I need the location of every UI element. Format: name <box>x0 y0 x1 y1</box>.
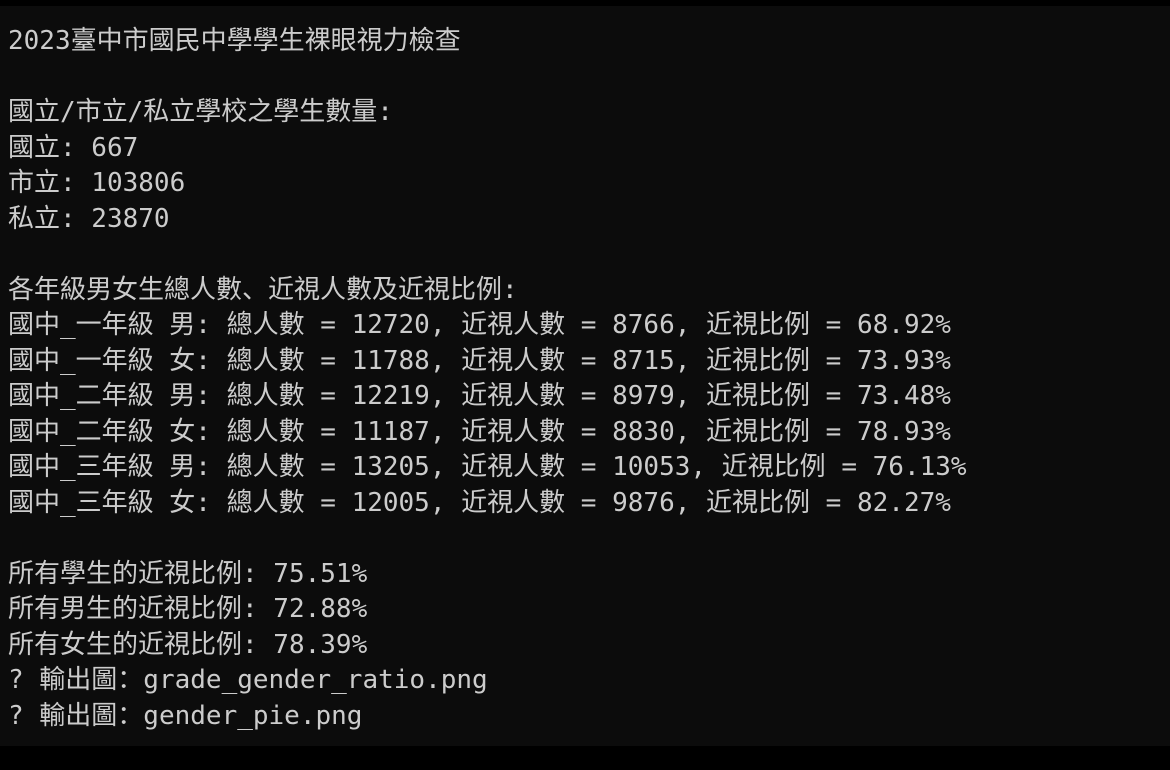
grade-stats-row: 國中_一年級 男: 總人數 = 12720, 近視人數 = 8766, 近視比例… <box>8 310 951 340</box>
terminal-window[interactable]: 2023臺中市國民中學學生裸眼視力檢查 國立/市立/私立學校之學生數量: 國立:… <box>0 0 1170 770</box>
grade-stats-row: 國中_一年級 女: 總人數 = 11788, 近視人數 = 8715, 近視比例… <box>8 345 951 376</box>
school-count-national: 國立: 667 <box>8 132 139 163</box>
grade-stats-row: 國中_三年級 男: 總人數 = 13205, 近視人數 = 10053, 近視比… <box>8 452 967 482</box>
grade-stats-header: 各年級男女生總人數、近視人數及近視比例: <box>8 274 518 305</box>
school-count-private: 私立: 23870 <box>8 203 170 234</box>
summary-girls: 所有女生的近視比例: 78.39% <box>8 629 368 660</box>
grade-stats-row: 國中_二年級 男: 總人數 = 12219, 近視人數 = 8979, 近視比例… <box>8 381 951 411</box>
summary-all-students: 所有學生的近視比例: 75.51% <box>8 558 368 589</box>
school-count-municipal: 市立: 103806 <box>8 168 186 198</box>
grade-stats-row: 國中_二年級 女: 總人數 = 11187, 近視人數 = 8830, 近視比例… <box>8 416 951 447</box>
output-title: 2023臺中市國民中學學生裸眼視力檢查 <box>8 26 461 56</box>
output-file-gender-pie: ? 輸出圖：gender_pie.png <box>8 700 363 731</box>
school-count-header: 國立/市立/私立學校之學生數量: <box>8 97 393 127</box>
output-file-grade-gender-ratio: ? 輸出圖：grade_gender_ratio.png <box>8 665 488 695</box>
summary-boys: 所有男生的近視比例: 72.88% <box>8 594 368 624</box>
grade-stats-row: 國中_三年級 女: 總人數 = 12005, 近視人數 = 9876, 近視比例… <box>8 487 951 518</box>
